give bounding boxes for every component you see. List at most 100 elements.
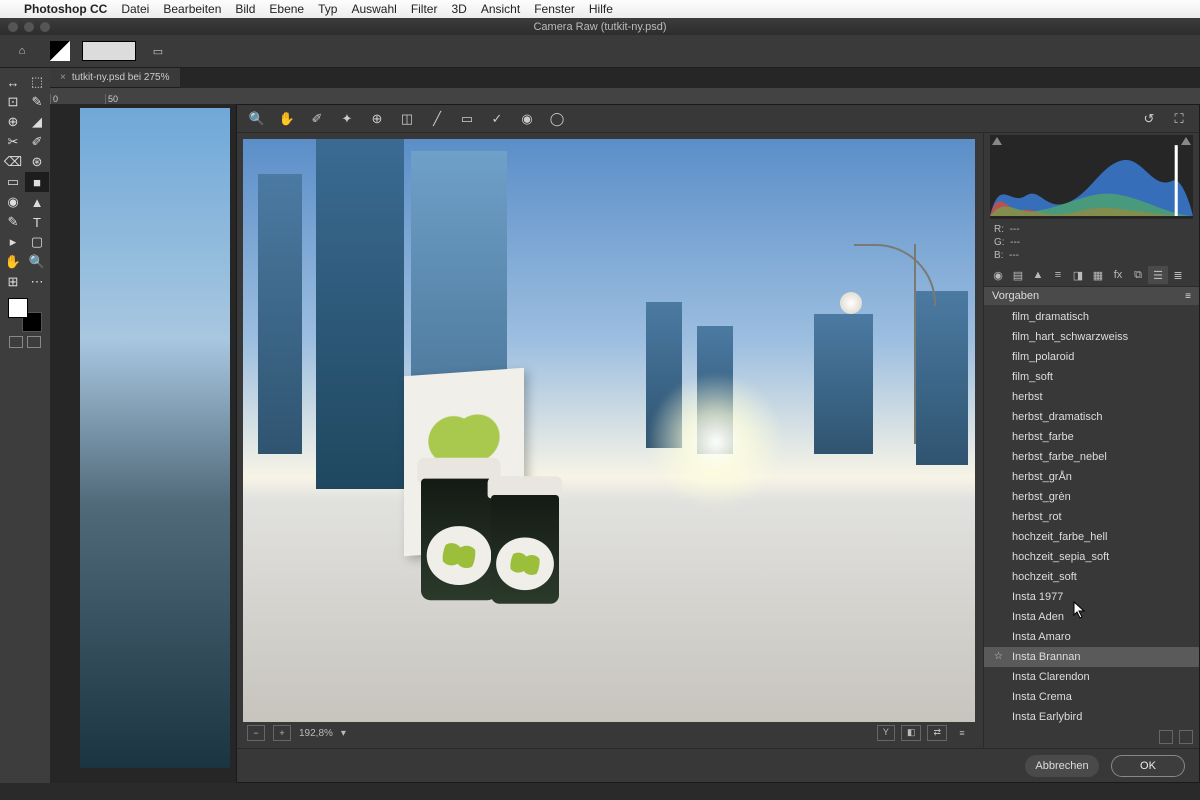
preset-item[interactable]: herbst_dramatisch bbox=[984, 407, 1199, 427]
preset-item[interactable]: hochzeit_sepia_soft bbox=[984, 547, 1199, 567]
delete-preset-icon[interactable] bbox=[1179, 730, 1193, 744]
before-after-split-icon[interactable]: ◧ bbox=[901, 725, 922, 741]
menu-ansicht[interactable]: Ansicht bbox=[481, 2, 520, 16]
fx-icon[interactable]: fx bbox=[1108, 266, 1128, 284]
home-icon[interactable]: ⌂ bbox=[6, 39, 38, 63]
preset-item[interactable]: Insta Clarendon bbox=[984, 667, 1199, 687]
preset-item[interactable]: herbst_grèn bbox=[984, 487, 1199, 507]
radial-icon[interactable]: ◯ bbox=[547, 109, 567, 129]
menu-fenster[interactable]: Fenster bbox=[534, 2, 575, 16]
preset-item[interactable]: Insta Crema bbox=[984, 687, 1199, 707]
tool-1-0[interactable]: ⊡ bbox=[1, 92, 25, 112]
cancel-button[interactable]: Abbrechen bbox=[1025, 755, 1099, 777]
tool-7-0[interactable]: ✎ bbox=[1, 212, 25, 232]
fullscreen-icon[interactable]: ⛶ bbox=[1169, 109, 1189, 129]
preset-item[interactable]: Insta Earlybird bbox=[984, 707, 1199, 726]
tool-9-0[interactable]: ✋ bbox=[1, 252, 25, 272]
foreground-background-swatch[interactable] bbox=[8, 298, 42, 332]
red-eye-icon[interactable]: ◉ bbox=[517, 109, 537, 129]
menu-datei[interactable]: Datei bbox=[121, 2, 149, 16]
preset-item[interactable]: hochzeit_farbe_hell bbox=[984, 527, 1199, 547]
hand-icon[interactable]: ✋ bbox=[277, 109, 297, 129]
close-tab-icon[interactable]: × bbox=[60, 72, 66, 83]
rotate-ccw-icon[interactable]: ↺ bbox=[1139, 109, 1159, 129]
before-after-swap-icon[interactable]: ⇄ bbox=[927, 725, 947, 741]
zoom-in-icon[interactable]: + bbox=[273, 725, 291, 741]
menu-bearbeiten[interactable]: Bearbeiten bbox=[163, 2, 221, 16]
preset-item[interactable]: hochzeit_soft bbox=[984, 567, 1199, 587]
menu-3d[interactable]: 3D bbox=[451, 2, 466, 16]
preset-item[interactable]: Insta 1977 bbox=[984, 587, 1199, 607]
tool-6-1[interactable]: ▲ bbox=[25, 192, 49, 212]
tool-5-0[interactable]: ▭ bbox=[1, 172, 25, 192]
tool-8-0[interactable]: ▸ bbox=[1, 232, 25, 252]
calibrate-icon[interactable]: ⧉ bbox=[1128, 266, 1148, 284]
white-balance-icon[interactable]: ✐ bbox=[307, 109, 327, 129]
preset-item[interactable]: film_polaroid bbox=[984, 347, 1199, 367]
layer-new-icon[interactable]: ▭ bbox=[142, 39, 174, 63]
menu-hilfe[interactable]: Hilfe bbox=[589, 2, 613, 16]
menu-ebene[interactable]: Ebene bbox=[269, 2, 304, 16]
preset-item[interactable]: Insta Aden bbox=[984, 607, 1199, 627]
panel-menu-icon[interactable]: ≡ bbox=[1185, 291, 1191, 302]
preset-list[interactable]: film_dramatischfilm_hart_schwarzweissfil… bbox=[984, 305, 1199, 726]
preset-item[interactable]: herbst_farbe bbox=[984, 427, 1199, 447]
screenmode-icon[interactable] bbox=[27, 336, 41, 348]
tool-3-1[interactable]: ✐ bbox=[25, 132, 49, 152]
preview-menu-icon[interactable]: ≡ bbox=[953, 725, 971, 741]
split-icon[interactable]: ◨ bbox=[1068, 266, 1088, 284]
preset-item[interactable]: herbst_rot bbox=[984, 507, 1199, 527]
compare-mode[interactable]: Y bbox=[877, 725, 895, 741]
preset-item[interactable]: herbst bbox=[984, 387, 1199, 407]
tool-2-0[interactable]: ⊕ bbox=[1, 112, 25, 132]
curve-icon[interactable]: ▤ bbox=[1008, 266, 1028, 284]
preset-item[interactable]: film_dramatisch bbox=[984, 307, 1199, 327]
zoom-level[interactable]: 192,8% bbox=[299, 728, 333, 739]
menu-auswahl[interactable]: Auswahl bbox=[351, 2, 396, 16]
preset-item[interactable]: Insta Amaro bbox=[984, 627, 1199, 647]
tool-1-1[interactable]: ✎ bbox=[25, 92, 49, 112]
spot-removal-icon[interactable]: ✓ bbox=[487, 109, 507, 129]
tool-0-1[interactable]: ⬚ bbox=[25, 72, 49, 92]
ok-button[interactable]: OK bbox=[1111, 755, 1185, 777]
preset-item[interactable]: herbst_farbe_nebel bbox=[984, 447, 1199, 467]
new-preset-icon[interactable] bbox=[1159, 730, 1173, 744]
tool-4-0[interactable]: ⌫ bbox=[1, 152, 25, 172]
menu-typ[interactable]: Typ bbox=[318, 2, 337, 16]
document-tab[interactable]: × tutkit-ny.psd bei 275% bbox=[50, 68, 180, 88]
basic-icon[interactable]: ◉ bbox=[988, 266, 1008, 284]
menu-filter[interactable]: Filter bbox=[411, 2, 438, 16]
zoom-icon[interactable]: 🔍 bbox=[247, 109, 267, 129]
quickmask-icon[interactable] bbox=[9, 336, 23, 348]
opacity-field[interactable] bbox=[82, 39, 136, 63]
target-adjust-icon[interactable]: ⊕ bbox=[367, 109, 387, 129]
tool-3-0[interactable]: ✂ bbox=[1, 132, 25, 152]
tool-6-0[interactable]: ◉ bbox=[1, 192, 25, 212]
tool-9-1[interactable]: 🔍 bbox=[25, 252, 49, 272]
histogram[interactable] bbox=[990, 135, 1193, 219]
raw-preview[interactable] bbox=[243, 139, 975, 722]
menu-bild[interactable]: Bild bbox=[235, 2, 255, 16]
color-sampler-icon[interactable]: ✦ bbox=[337, 109, 357, 129]
preset-item[interactable]: film_hart_schwarzweiss bbox=[984, 327, 1199, 347]
preset-item[interactable]: Insta Brannan bbox=[984, 647, 1199, 667]
snapshots-icon[interactable]: ≣ bbox=[1168, 266, 1188, 284]
detail-icon[interactable]: ▲ bbox=[1028, 266, 1048, 284]
crop-icon[interactable]: ◫ bbox=[397, 109, 417, 129]
preset-item[interactable]: herbst_grÅn bbox=[984, 467, 1199, 487]
preset-item[interactable]: film_soft bbox=[984, 367, 1199, 387]
tool-10-0[interactable]: ⊞ bbox=[1, 272, 25, 292]
presets-icon[interactable]: ☰ bbox=[1148, 266, 1168, 284]
straighten-icon[interactable]: ╱ bbox=[427, 109, 447, 129]
tool-2-1[interactable]: ◢ bbox=[25, 112, 49, 132]
tool-0-0[interactable]: ↔ bbox=[1, 72, 25, 92]
tool-10-1[interactable]: ⋯ bbox=[25, 272, 49, 292]
tool-5-1[interactable]: ■ bbox=[25, 172, 49, 192]
lens-icon[interactable]: ▦ bbox=[1088, 266, 1108, 284]
app-name[interactable]: Photoshop CC bbox=[24, 2, 107, 16]
zoom-out-icon[interactable]: − bbox=[247, 725, 265, 741]
hsl-icon[interactable]: ≡ bbox=[1048, 266, 1068, 284]
tool-7-1[interactable]: T bbox=[25, 212, 49, 232]
tool-8-1[interactable]: ▢ bbox=[25, 232, 49, 252]
transform-icon[interactable]: ▭ bbox=[457, 109, 477, 129]
